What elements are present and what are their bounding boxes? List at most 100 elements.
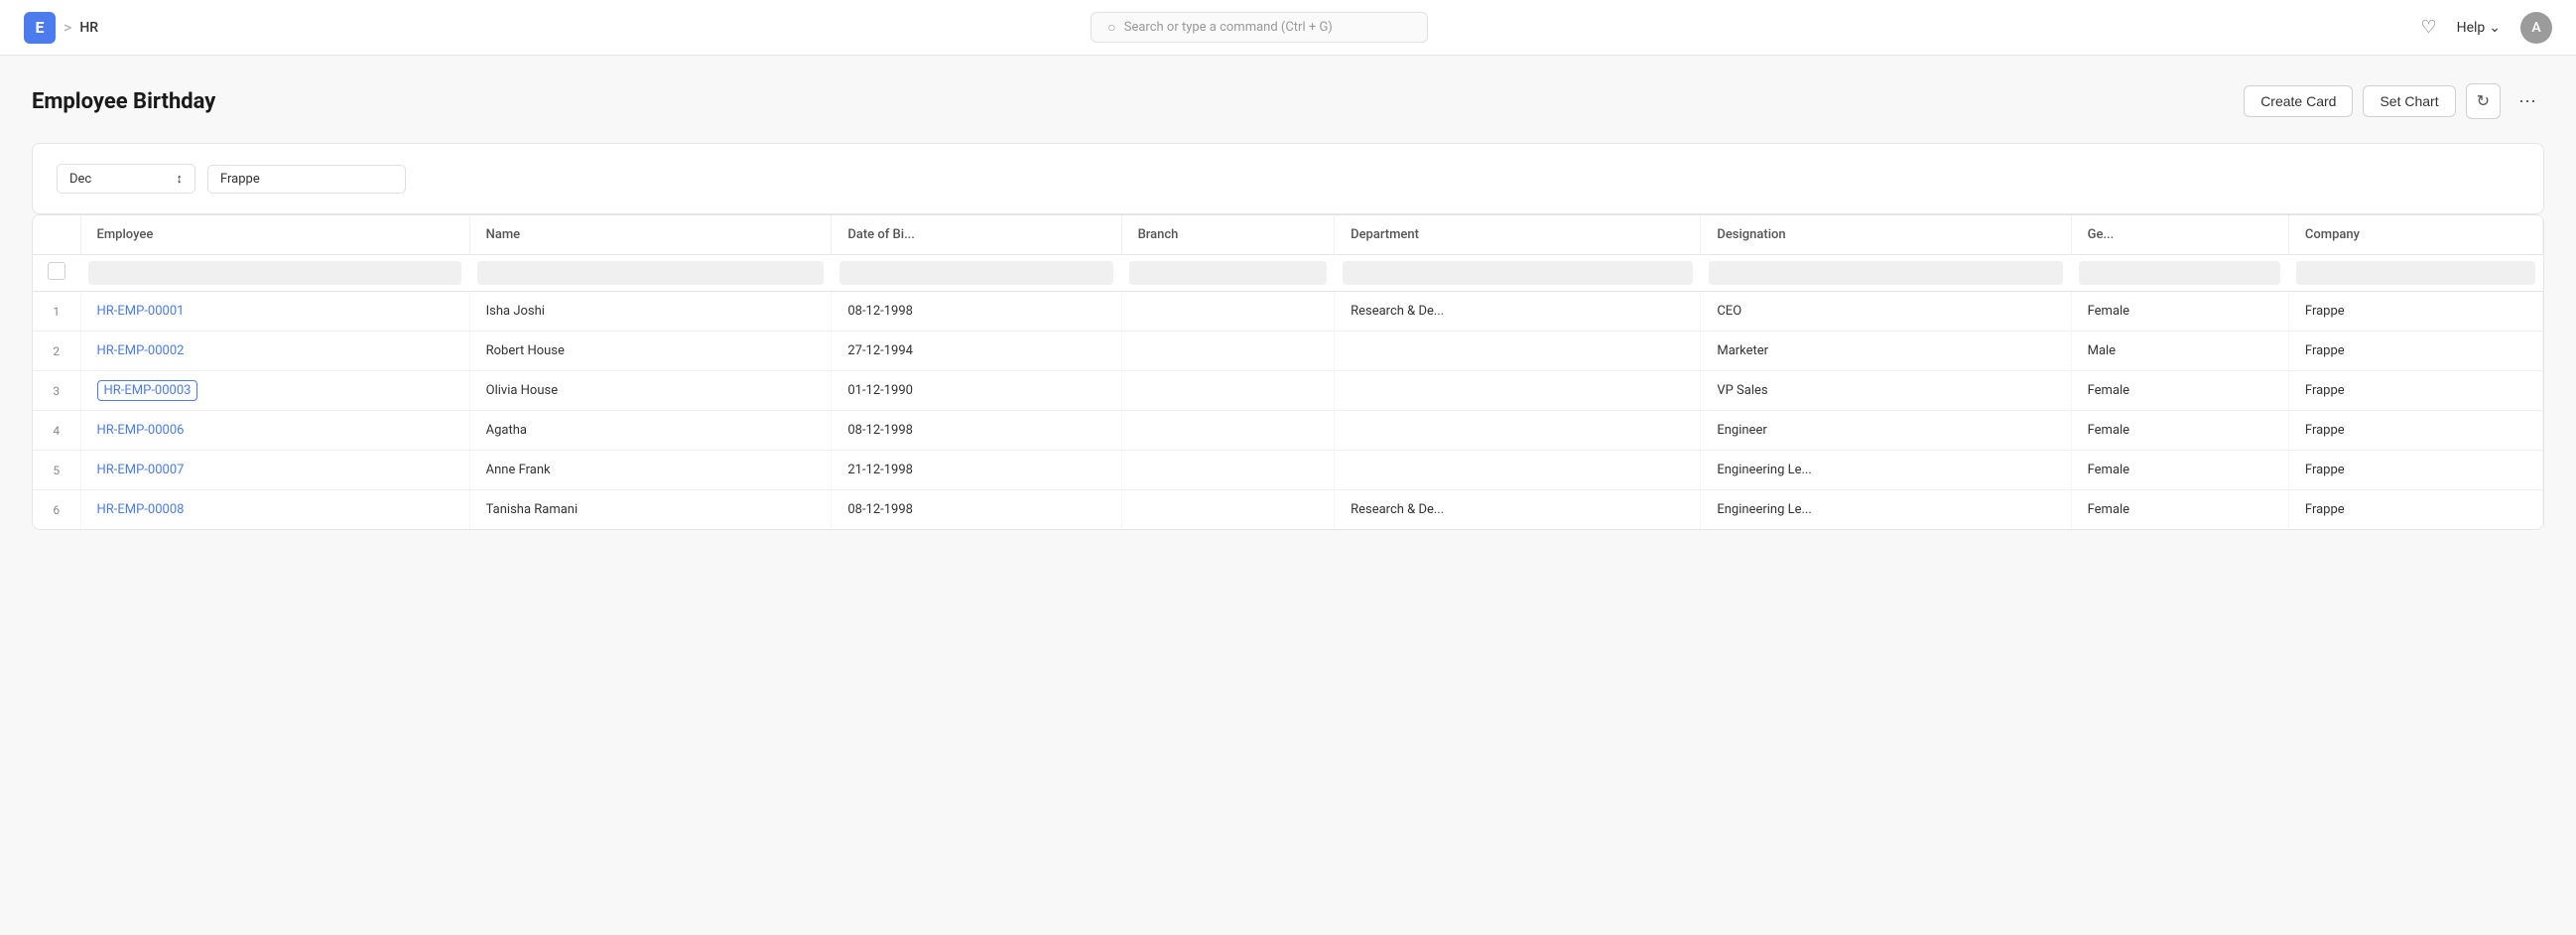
row-employee-id[interactable]: HR-EMP-00003: [80, 371, 469, 411]
notification-icon[interactable]: ♡: [2420, 17, 2436, 38]
page-header: Employee Birthday Create Card Set Chart …: [32, 83, 2544, 119]
row-gender: Female: [2071, 490, 2288, 530]
row-dob: 01-12-1990: [832, 371, 1121, 411]
company-filter-label: Frappe: [220, 172, 260, 187]
row-employee-id[interactable]: HR-EMP-00008: [80, 490, 469, 530]
row-branch: [1121, 411, 1335, 451]
gender-col-filter[interactable]: [2079, 261, 2280, 285]
row-employee-name: Anne Frank: [469, 451, 832, 490]
month-filter-label: Dec: [69, 172, 91, 187]
help-button[interactable]: Help ⌄: [2457, 20, 2501, 36]
col-gender: Ge...: [2071, 215, 2288, 255]
row-number: 1: [33, 292, 80, 332]
breadcrumb-separator: >: [64, 18, 71, 37]
col-name: Name: [469, 215, 832, 255]
row-designation: Engineering Le...: [1701, 451, 2071, 490]
company-filter[interactable]: Frappe: [207, 165, 406, 194]
dob-col-filter[interactable]: [839, 261, 1113, 285]
set-chart-button[interactable]: Set Chart: [2363, 85, 2455, 117]
more-options-button[interactable]: ⋯: [2511, 87, 2544, 116]
help-label: Help: [2457, 20, 2486, 36]
col-checkbox: [33, 215, 80, 255]
search-placeholder: Search or type a command (Ctrl + G): [1124, 20, 1333, 35]
row-number: 6: [33, 490, 80, 530]
row-employee-id[interactable]: HR-EMP-00007: [80, 451, 469, 490]
table-header-row: Employee Name Date of Bi... Branch Depar…: [33, 215, 2543, 255]
row-company: Frappe: [2288, 411, 2542, 451]
col-company: Company: [2288, 215, 2542, 255]
row-company: Frappe: [2288, 292, 2542, 332]
table-row: 3HR-EMP-00003Olivia House01-12-1990 VP Sa…: [33, 371, 2543, 411]
row-gender: Female: [2071, 411, 2288, 451]
table-row: 1HR-EMP-00001Isha Joshi08-12-1998 Researc…: [33, 292, 2543, 332]
table-row: 5HR-EMP-00007Anne Frank21-12-1998Enginee…: [33, 451, 2543, 490]
row-department: [1335, 371, 1701, 411]
row-dob: 08-12-1998: [832, 490, 1121, 530]
month-filter[interactable]: Dec ↕: [57, 164, 195, 194]
branch-col-filter[interactable]: [1129, 261, 1327, 285]
table-row: 6HR-EMP-00008Tanisha Ramani08-12-1998 Res…: [33, 490, 2543, 530]
row-branch: [1121, 371, 1335, 411]
row-branch: [1121, 332, 1335, 371]
breadcrumb-hr[interactable]: HR: [79, 20, 98, 36]
topnav: E > HR ○ Search or type a command (Ctrl …: [0, 0, 2576, 56]
row-employee-name: Tanisha Ramani: [469, 490, 832, 530]
search-icon: ○: [1107, 19, 1115, 36]
row-employee-name: Agatha: [469, 411, 832, 451]
name-col-filter[interactable]: [477, 261, 824, 285]
main-content: Employee Birthday Create Card Set Chart …: [0, 56, 2576, 558]
select-all-checkbox[interactable]: [48, 262, 65, 280]
row-designation: VP Sales: [1701, 371, 2071, 411]
page-title: Employee Birthday: [32, 89, 215, 114]
row-department: [1335, 332, 1701, 371]
filter-row: Dec ↕ Frappe: [57, 164, 2519, 194]
col-designation: Designation: [1701, 215, 2071, 255]
company-col-filter[interactable]: [2296, 261, 2534, 285]
create-card-button[interactable]: Create Card: [2244, 85, 2353, 117]
table-row: 4HR-EMP-00006Agatha08-12-1998EngineerFem…: [33, 411, 2543, 451]
row-dob: 08-12-1998: [832, 411, 1121, 451]
search-bar[interactable]: ○ Search or type a command (Ctrl + G): [1091, 12, 1428, 43]
row-department: Research & De...: [1335, 490, 1701, 530]
row-company: Frappe: [2288, 451, 2542, 490]
row-number: 5: [33, 451, 80, 490]
row-employee-name: Isha Joshi: [469, 292, 832, 332]
row-company: Frappe: [2288, 332, 2542, 371]
col-employee: Employee: [80, 215, 469, 255]
row-branch: [1121, 292, 1335, 332]
row-number: 4: [33, 411, 80, 451]
row-dob: 27-12-1994: [832, 332, 1121, 371]
employee-col-filter[interactable]: [88, 261, 461, 285]
row-department: [1335, 451, 1701, 490]
row-employee-name: Olivia House: [469, 371, 832, 411]
column-filter-row: [33, 255, 2543, 292]
help-chevron-icon: ⌄: [2489, 20, 2501, 36]
designation-col-filter[interactable]: [1709, 261, 2063, 285]
breadcrumb-area: E > HR: [24, 12, 98, 44]
col-department: Department: [1335, 215, 1701, 255]
month-filter-icon: ↕: [177, 171, 184, 187]
filter-section: Dec ↕ Frappe: [32, 143, 2544, 214]
row-number: 2: [33, 332, 80, 371]
row-company: Frappe: [2288, 371, 2542, 411]
row-employee-id[interactable]: HR-EMP-00001: [80, 292, 469, 332]
app-icon: E: [24, 12, 56, 44]
table-row: 2HR-EMP-00002Robert House27-12-1994Marke…: [33, 332, 2543, 371]
avatar[interactable]: A: [2520, 12, 2552, 44]
row-employee-id[interactable]: HR-EMP-00002: [80, 332, 469, 371]
col-dob: Date of Bi...: [832, 215, 1121, 255]
row-company: Frappe: [2288, 490, 2542, 530]
department-col-filter[interactable]: [1343, 261, 1693, 285]
row-employee-id[interactable]: HR-EMP-00006: [80, 411, 469, 451]
row-department: Research & De...: [1335, 292, 1701, 332]
topnav-right: ♡ Help ⌄ A: [2420, 12, 2552, 44]
row-dob: 08-12-1998: [832, 292, 1121, 332]
refresh-button[interactable]: ↻: [2466, 83, 2501, 119]
header-actions: Create Card Set Chart ↻ ⋯: [2244, 83, 2544, 119]
row-gender: Female: [2071, 451, 2288, 490]
row-branch: [1121, 490, 1335, 530]
row-gender: Male: [2071, 332, 2288, 371]
row-gender: Female: [2071, 292, 2288, 332]
row-branch: [1121, 451, 1335, 490]
row-number: 3: [33, 371, 80, 411]
